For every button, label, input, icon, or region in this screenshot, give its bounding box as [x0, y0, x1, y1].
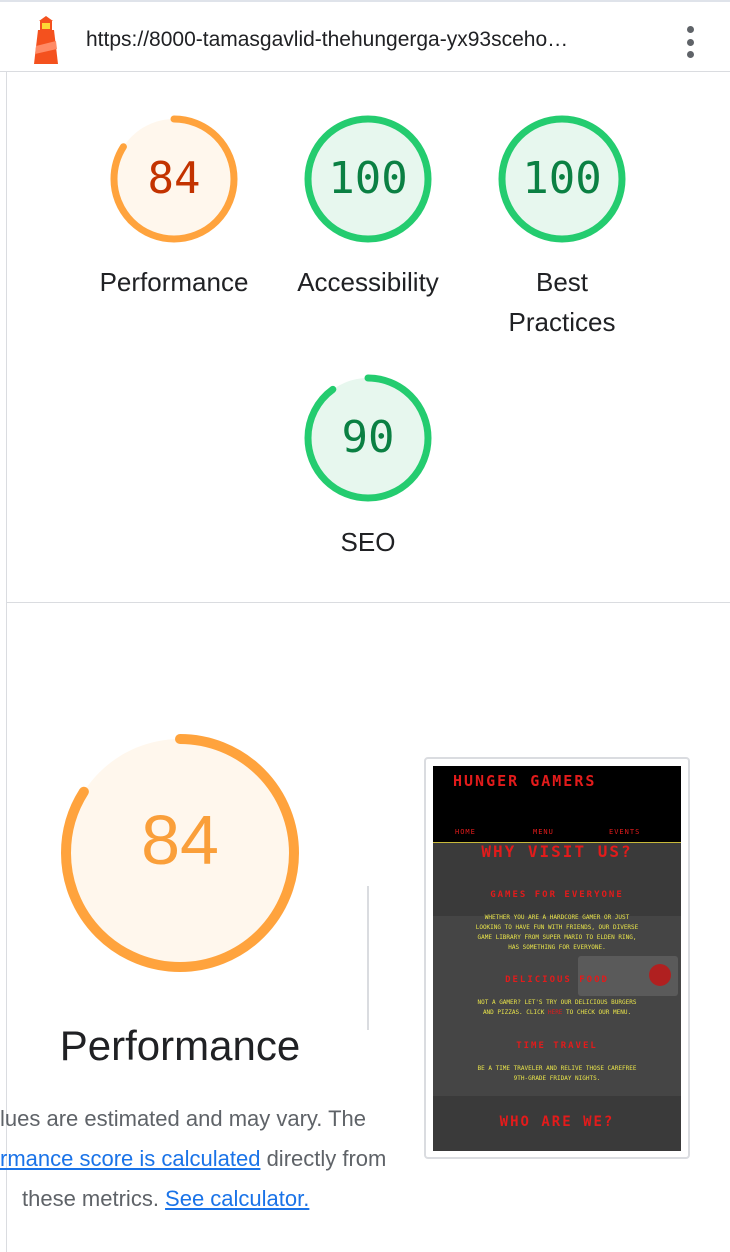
time-travel-text-2: 9TH-GRADE FRIDAY NIGHTS. [513, 1075, 601, 1082]
kebab-menu-icon[interactable] [680, 22, 700, 62]
performance-heading: Performance [59, 1022, 301, 1069]
performance-description-line3: these metrics. See calculator. [22, 1186, 309, 1212]
page-url[interactable]: https://8000-tamasgavlid-thehungerga-yx9… [86, 28, 568, 52]
accessibility-score: 100 [328, 153, 408, 204]
food-title: DELICIOUS FOOD [505, 975, 609, 985]
site-header: HUNGER GAMERS HOME MENU EVENTS [433, 766, 681, 843]
time-travel-text-1: BE A TIME TRAVELER AND RELIVE THOSE CARE… [477, 1065, 637, 1072]
best-practices-score: 100 [522, 153, 602, 204]
section-divider [6, 602, 730, 603]
performance-score: 84 [147, 153, 201, 204]
lighthouse-icon [34, 16, 58, 64]
see-calculator-link[interactable]: See calculator. [165, 1186, 309, 1211]
food-text-1: NOT A GAMER? LET'S TRY OUR DELICIOUS BUR… [477, 999, 637, 1006]
time-travel-title: TIME TRAVEL [516, 1041, 598, 1051]
games-text-2: LOOKING TO HAVE FUN WITH FRIENDS, OUR DI… [475, 924, 639, 931]
final-screenshot[interactable]: HUNGER GAMERS HOME MENU EVENTS WHY VISIT… [433, 766, 681, 1151]
description-text: these metrics. [22, 1186, 166, 1211]
score-calculation-link[interactable]: rmance score is calculated [0, 1146, 260, 1171]
description-text: directly from [260, 1146, 387, 1171]
games-text-4: HAS SOMETHING FOR EVERYONE. [508, 944, 606, 951]
accessibility-label: Accessibility [297, 267, 439, 297]
games-text-1: WHETHER YOU ARE A HARDCORE GAMER OR JUST [484, 914, 630, 921]
food-text: AND PIZZAS. CLICK [482, 1009, 548, 1016]
food-text: TO CHECK OUR MENU. [562, 1009, 632, 1016]
performance-label: Performance [99, 267, 249, 297]
games-title: GAMES FOR EVERYONE [490, 890, 624, 900]
menu-link[interactable]: HERE [548, 1009, 562, 1016]
best-practices-label-line2: Practices [508, 307, 616, 337]
left-border [6, 72, 7, 1252]
food-text-2: AND PIZZAS. CLICK HERE TO CHECK OUR MENU… [433, 1009, 681, 1016]
site-title: HUNGER GAMERS [453, 772, 597, 790]
why-visit-heading: WHY VISIT US? [481, 842, 633, 861]
who-are-we-heading: WHO ARE WE? [499, 1114, 615, 1130]
performance-description-line1: lues are estimated and may vary. The [0, 1106, 367, 1131]
performance-description-line2: rmance score is calculated directly from [0, 1146, 386, 1172]
seo-score: 90 [341, 412, 395, 463]
nav-menu[interactable]: MENU [533, 828, 554, 836]
performance-large-score: 84 [141, 801, 219, 879]
nav-home[interactable]: HOME [455, 828, 476, 836]
seo-label: SEO [340, 527, 396, 557]
vertical-divider [367, 886, 369, 1030]
nav-events[interactable]: EVENTS [609, 828, 640, 836]
best-practices-label-line1: Best [535, 267, 589, 297]
games-text-3: GAME LIBRARY FROM SUPER MARIO TO ELDEN R… [477, 934, 637, 941]
